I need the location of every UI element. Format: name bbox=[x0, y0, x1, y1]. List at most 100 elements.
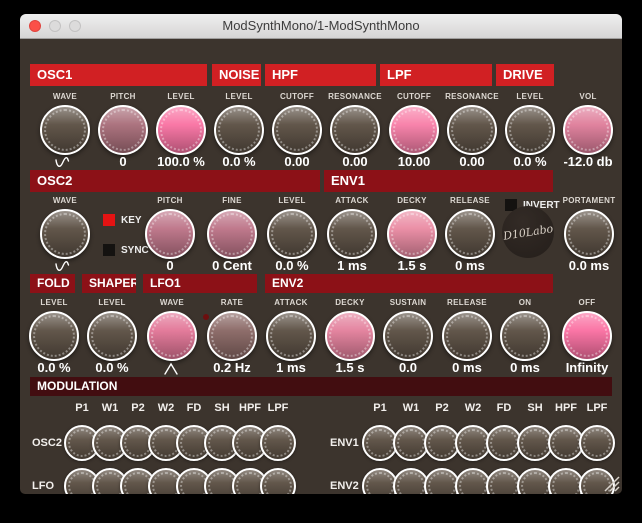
mod-knob[interactable] bbox=[260, 425, 296, 461]
sine-wave-icon bbox=[53, 155, 77, 171]
section-header-env2: ENV2 bbox=[265, 274, 553, 293]
drive-level-knob[interactable] bbox=[505, 105, 555, 155]
osc1-level-control: LEVEL 100.0 % bbox=[153, 92, 209, 172]
portament-knob[interactable] bbox=[564, 209, 614, 259]
knob-label: OFF bbox=[551, 298, 622, 307]
noise-level-knob[interactable] bbox=[214, 105, 264, 155]
env1-release-knob[interactable] bbox=[445, 209, 495, 259]
knob-value bbox=[30, 258, 100, 275]
mod-row-label-osc2: OSC2 bbox=[32, 437, 62, 449]
mod-row-label-env1: ENV1 bbox=[330, 437, 359, 449]
env2-on-control: ON 0 ms bbox=[497, 298, 553, 378]
env2-decky-control: DECKY 1.5 s bbox=[322, 298, 378, 378]
knob-value: Infinity bbox=[552, 360, 622, 375]
noise-level-control: LEVEL 0.0 % bbox=[211, 92, 267, 172]
knob-label: RELEASE bbox=[434, 196, 506, 205]
shaper-level-knob[interactable] bbox=[87, 311, 137, 361]
portament-control: PORTAMENT 0.0 ms bbox=[561, 196, 617, 276]
osc1-wave-control: WAVE bbox=[37, 92, 93, 172]
section-header-osc1: OSC1 bbox=[30, 64, 207, 86]
lpf-resonance-control: RESONANCE 0.00 bbox=[444, 92, 500, 172]
vol-knob[interactable] bbox=[563, 105, 613, 155]
env2-sustain-control: SUSTAIN 0.0 bbox=[380, 298, 436, 378]
brand-logo: D10Labo bbox=[502, 206, 554, 258]
titlebar: ModSynthMono/1-ModSynthMono bbox=[20, 14, 622, 39]
section-header-osc2: OSC2 bbox=[30, 170, 320, 192]
knob-label: PORTAMENT bbox=[553, 196, 622, 205]
hpf-cutoff-knob[interactable] bbox=[272, 105, 322, 155]
hpf-cutoff-control: CUTOFF 0.00 bbox=[269, 92, 325, 172]
drive-level-control: LEVEL 0.0 % bbox=[502, 92, 558, 172]
env1-attack-knob[interactable] bbox=[327, 209, 377, 259]
osc2-wave-knob[interactable] bbox=[40, 209, 90, 259]
lfo1-wave-control: WAVE bbox=[144, 298, 200, 378]
env2-release-control: RELEASE 0 ms bbox=[439, 298, 495, 378]
mod-knob[interactable] bbox=[579, 425, 615, 461]
mod-col-sh: SH bbox=[520, 402, 550, 414]
osc1-level-knob[interactable] bbox=[156, 105, 206, 155]
env2-attack-control: ATTACK 1 ms bbox=[263, 298, 319, 378]
fold-level-knob[interactable] bbox=[29, 311, 79, 361]
lpf-cutoff-control: CUTOFF 10.00 bbox=[386, 92, 442, 172]
plugin-window: ModSynthMono/1-ModSynthMono OSC1 NOISE H… bbox=[20, 14, 622, 494]
key-checkbox[interactable] bbox=[103, 214, 115, 226]
env2-decky-knob[interactable] bbox=[325, 311, 375, 361]
mod-col-lpf: LPF bbox=[263, 402, 293, 414]
mod-col-w1: W1 bbox=[396, 402, 426, 414]
lfo1-rate-knob[interactable] bbox=[207, 311, 257, 361]
mod-knob[interactable] bbox=[260, 468, 296, 494]
key-checkbox-label: KEY bbox=[121, 215, 142, 226]
env1-decky-knob[interactable] bbox=[387, 209, 437, 259]
mod-col-sh: SH bbox=[207, 402, 237, 414]
section-header-env1: ENV1 bbox=[324, 170, 553, 192]
lpf-cutoff-knob[interactable] bbox=[389, 105, 439, 155]
lfo1-rate-control: RATE 0.2 Hz bbox=[204, 298, 260, 378]
section-header-shaper: SHAPER bbox=[82, 274, 136, 293]
section-header-noise: NOISE bbox=[212, 64, 261, 86]
vol-control: VOL -12.0 db bbox=[560, 92, 616, 172]
osc2-wave-control: WAVE bbox=[37, 196, 93, 276]
env2-off-knob[interactable] bbox=[562, 311, 612, 361]
mod-col-w1: W1 bbox=[95, 402, 125, 414]
knob-value: 0 ms bbox=[435, 258, 505, 273]
section-header-fold: FOLD bbox=[30, 274, 75, 293]
mod-col-w2: W2 bbox=[151, 402, 181, 414]
env2-sustain-knob[interactable] bbox=[383, 311, 433, 361]
osc1-pitch-knob[interactable] bbox=[98, 105, 148, 155]
section-header-modulation: MODULATION bbox=[30, 377, 612, 396]
osc2-pitch-control: PITCH 0 bbox=[142, 196, 198, 276]
osc2-level-control: LEVEL 0.0 % bbox=[264, 196, 320, 276]
window-title: ModSynthMono/1-ModSynthMono bbox=[20, 14, 622, 38]
sync-checkbox[interactable] bbox=[103, 244, 115, 256]
synth-panel: OSC1 NOISE HPF LPF DRIVE WAVE PITCH 0 LE… bbox=[20, 38, 622, 494]
lfo1-wave-knob[interactable] bbox=[147, 311, 197, 361]
hpf-resonance-knob[interactable] bbox=[330, 105, 380, 155]
osc2-fine-knob[interactable] bbox=[207, 209, 257, 259]
osc1-pitch-control: PITCH 0 bbox=[95, 92, 151, 172]
section-header-lfo1: LFO1 bbox=[143, 274, 257, 293]
section-header-drive: DRIVE bbox=[496, 64, 554, 86]
triangle-wave-icon bbox=[161, 362, 183, 376]
mod-col-fd: FD bbox=[489, 402, 519, 414]
env1-release-control: RELEASE 0 ms bbox=[442, 196, 498, 276]
env2-release-knob[interactable] bbox=[442, 311, 492, 361]
mod-col-p2: P2 bbox=[123, 402, 153, 414]
shaper-level-control: LEVEL 0.0 % bbox=[84, 298, 140, 378]
osc2-pitch-knob[interactable] bbox=[145, 209, 195, 259]
section-header-lpf: LPF bbox=[380, 64, 492, 86]
knob-value: 0 ms bbox=[490, 360, 560, 375]
mod-col-p2: P2 bbox=[427, 402, 457, 414]
osc2-level-knob[interactable] bbox=[267, 209, 317, 259]
env2-attack-knob[interactable] bbox=[266, 311, 316, 361]
osc2-fine-control: FINE 0 Cent bbox=[204, 196, 260, 276]
resize-handle-icon[interactable] bbox=[598, 474, 620, 492]
knob-value: 0 bbox=[135, 258, 205, 273]
knob-label: WAVE bbox=[29, 196, 101, 205]
knob-label: VOL bbox=[552, 92, 622, 101]
lpf-resonance-knob[interactable] bbox=[447, 105, 497, 155]
mod-col-p1: P1 bbox=[67, 402, 97, 414]
fold-level-control: LEVEL 0.0 % bbox=[26, 298, 82, 378]
env2-on-knob[interactable] bbox=[500, 311, 550, 361]
mod-col-hpf: HPF bbox=[551, 402, 581, 414]
osc1-wave-knob[interactable] bbox=[40, 105, 90, 155]
